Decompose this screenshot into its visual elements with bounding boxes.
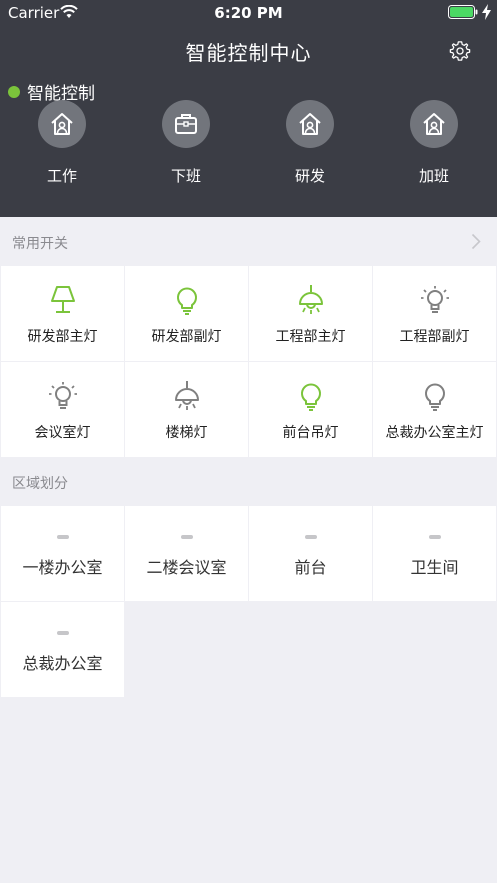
table-lamp-icon	[50, 286, 75, 313]
mode-circle	[410, 100, 458, 148]
pendant-lamp-icon	[174, 381, 199, 410]
zone-label: 前台	[294, 558, 327, 577]
home-person-icon	[299, 113, 321, 135]
mode-circle	[38, 100, 86, 148]
zone-label: 二楼会议室	[146, 558, 227, 577]
switch-label: 楼梯灯	[165, 425, 208, 441]
bulb-icon	[424, 383, 445, 411]
zone-handle-icon	[57, 631, 69, 635]
mode-work[interactable]: 工作	[22, 100, 102, 186]
switch-item[interactable]: 工程部主灯	[249, 266, 372, 361]
switch-label: 会议室灯	[34, 425, 91, 441]
zone-label: 卫生间	[410, 558, 459, 577]
switch-label: 研发部副灯	[151, 329, 222, 345]
switch-item[interactable]: 工程部副灯	[373, 266, 496, 361]
status-bar: Carrier 6:20 PM	[0, 0, 497, 26]
switch-item[interactable]: 研发部主灯	[1, 266, 124, 361]
status-dot-icon	[8, 85, 20, 98]
bulb-icon	[300, 383, 321, 411]
switch-item[interactable]: 前台吊灯	[249, 362, 372, 457]
briefcase-icon	[175, 114, 197, 134]
mode-circle	[162, 100, 210, 148]
zone-handle-icon	[305, 535, 317, 539]
bulb-rays-icon	[48, 382, 77, 409]
zones-section-title: 区域划分	[12, 476, 68, 492]
header: Carrier 6:20 PM 智能控制中心 智能控制 工作 下班 研发 加班	[0, 0, 497, 217]
zone-handle-icon	[181, 535, 193, 539]
zone-grid: 一楼办公室 二楼会议室 前台 卫生间 总裁办公室	[0, 506, 497, 697]
status-time: 6:20 PM	[214, 4, 283, 22]
charging-icon	[482, 4, 491, 20]
switches-section-title: 常用开关	[12, 236, 68, 252]
zone-label: 总裁办公室	[22, 654, 103, 673]
zone-item[interactable]: 一楼办公室	[1, 506, 124, 601]
switch-item[interactable]: 总裁办公室主灯	[373, 362, 496, 457]
switch-grid: 研发部主灯 研发部副灯 工程部主灯 工程部副灯 会议室灯 楼梯灯 前台吊灯 总裁…	[0, 266, 497, 457]
bulb-rays-icon	[420, 286, 449, 313]
home-person-icon	[423, 113, 445, 135]
zone-handle-icon	[429, 535, 441, 539]
switch-item[interactable]: 楼梯灯	[125, 362, 248, 457]
zone-item[interactable]: 前台	[249, 506, 372, 601]
bulb-icon	[176, 287, 197, 315]
zone-item[interactable]: 总裁办公室	[1, 602, 124, 697]
zone-item[interactable]: 卫生间	[373, 506, 496, 601]
switches-section-header[interactable]: 常用开关	[0, 217, 497, 265]
zone-label: 一楼办公室	[22, 558, 103, 577]
chevron-right-icon[interactable]	[471, 233, 481, 250]
switch-label: 工程部主灯	[275, 329, 346, 345]
battery-icon	[448, 5, 478, 19]
zone-handle-icon	[57, 535, 69, 539]
home-icon	[51, 113, 73, 135]
pendant-lamp-icon	[298, 285, 323, 314]
switch-label: 研发部主灯	[27, 329, 98, 345]
mode-label: 工作	[46, 167, 77, 185]
mode-label: 下班	[170, 167, 201, 185]
page-title: 智能控制中心	[185, 41, 312, 65]
gear-icon[interactable]	[449, 40, 471, 62]
scene-modes: 工作 下班 研发 加班	[0, 100, 497, 200]
switch-label: 前台吊灯	[282, 425, 339, 441]
switch-item[interactable]: 研发部副灯	[125, 266, 248, 361]
switch-label: 总裁办公室主灯	[385, 425, 484, 441]
mode-circle	[286, 100, 334, 148]
mode-label: 研发	[294, 167, 325, 185]
mode-overtime[interactable]: 加班	[394, 100, 474, 186]
switch-item[interactable]: 会议室灯	[1, 362, 124, 457]
switch-label: 工程部副灯	[399, 329, 470, 345]
zone-item[interactable]: 二楼会议室	[125, 506, 248, 601]
mode-off-work[interactable]: 下班	[146, 100, 226, 186]
mode-rnd[interactable]: 研发	[270, 100, 350, 186]
zones-section-header: 区域划分	[0, 457, 497, 505]
mode-label: 加班	[418, 167, 449, 185]
